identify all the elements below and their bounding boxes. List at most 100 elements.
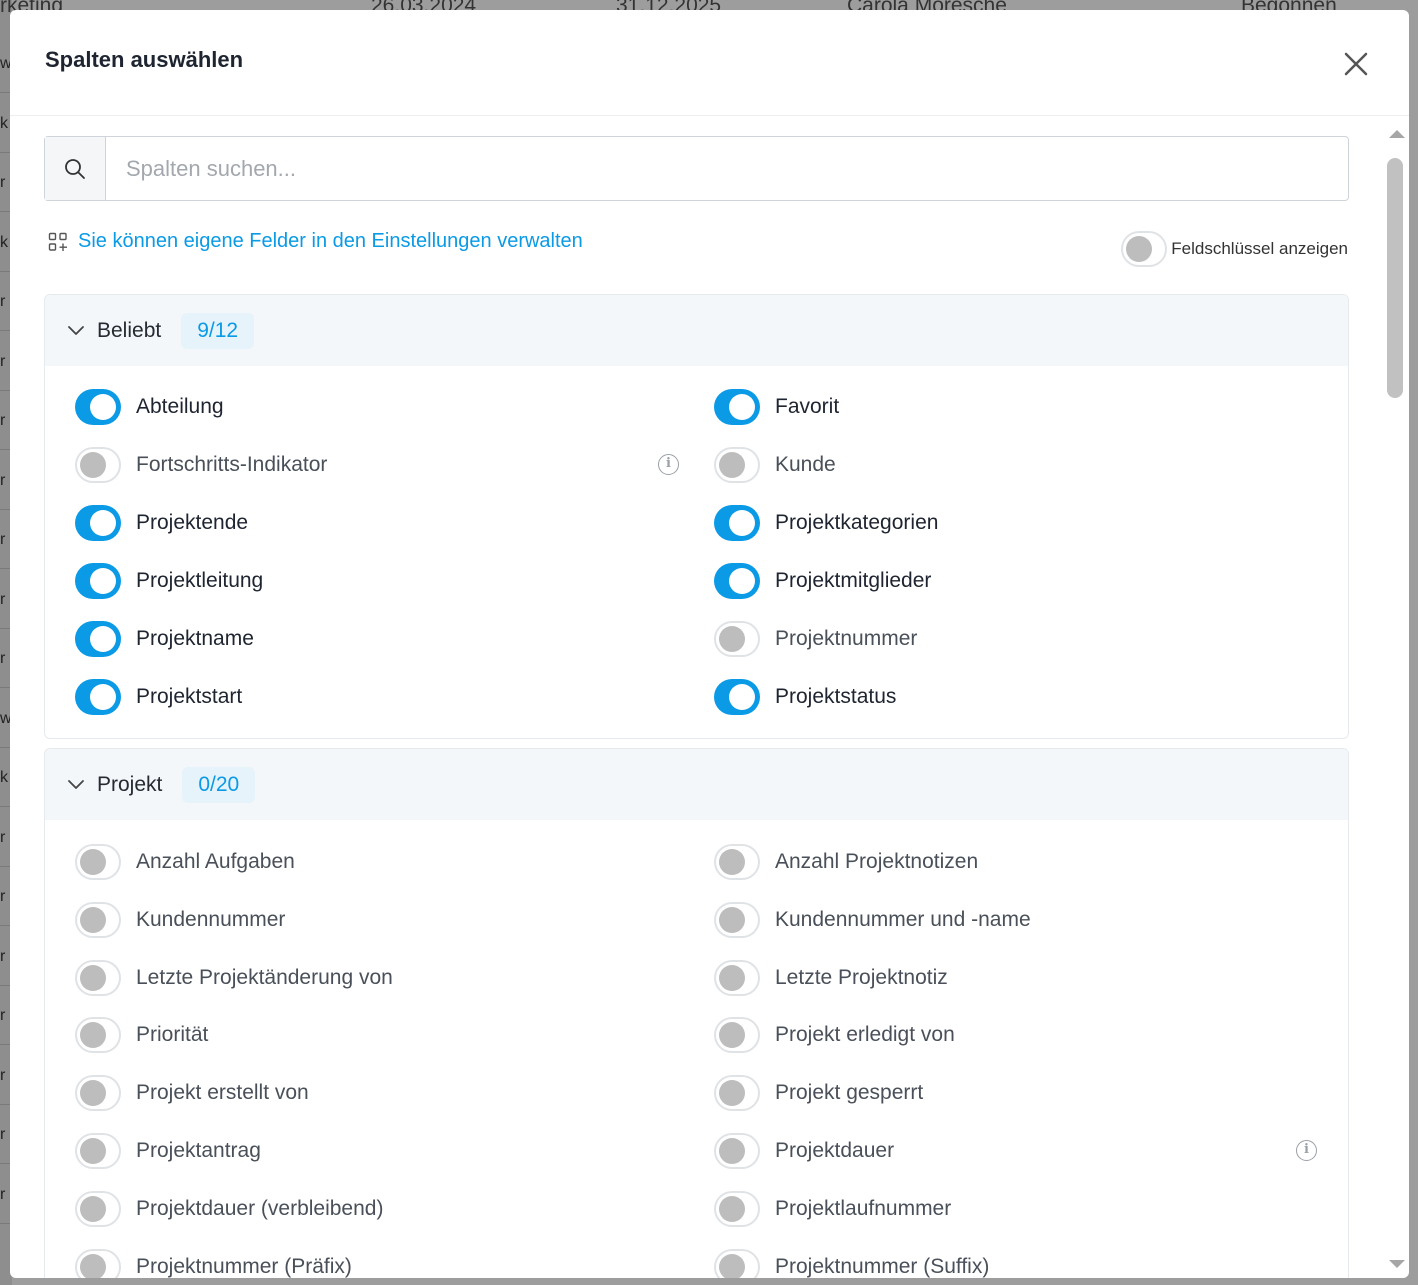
column-toggle[interactable] [714,901,760,938]
column-option-projekt-erledigt-von[interactable]: Projekt erledigt von [714,1015,955,1055]
column-toggle[interactable] [714,1190,760,1227]
column-toggle[interactable] [714,389,760,425]
column-option-projektnummer-präfix[interactable]: Projektnummer (Präfix) [75,1247,352,1278]
column-toggle[interactable] [75,959,121,996]
column-toggle[interactable] [714,844,760,880]
column-toggle[interactable] [75,447,121,483]
toggle-knob [719,1253,745,1278]
column-option-label: Projektstart [136,685,243,708]
toggle-knob [729,394,755,420]
column-option-projektstart[interactable]: Projektstart [75,677,242,717]
column-option-abteilung[interactable]: Abteilung [75,387,224,427]
column-option-kunde[interactable]: Kunde [714,445,836,485]
column-option-projektende[interactable]: Projektende [75,503,248,543]
column-option-projektnummer[interactable]: Projektnummer [714,619,917,659]
column-option-projekt-erstellt-von[interactable]: Projekt erstellt von [75,1073,309,1113]
column-option-projektstatus[interactable]: Projektstatus [714,677,896,717]
column-option-projektdauer[interactable]: Projektdauer [714,1131,894,1171]
column-toggle[interactable] [75,1190,121,1227]
column-option-projektmitglieder[interactable]: Projektmitglieder [714,561,931,601]
column-toggle[interactable] [75,621,121,657]
toggle-knob [80,906,106,933]
bg-row-divider [0,270,10,272]
toggle-knob [729,510,755,536]
column-option-anzahl-projektnotizen[interactable]: Anzahl Projektnotizen [714,842,978,882]
column-option-projektkategorien[interactable]: Projektkategorien [714,503,938,543]
column-option-label: Letzte Projektänderung von [136,965,393,989]
column-toggle[interactable] [75,389,121,425]
column-toggle[interactable] [714,1017,760,1054]
column-option-projektleitung[interactable]: Projektleitung [75,561,263,601]
toggle-knob [80,849,106,875]
toggle-knob [80,1138,106,1164]
bg-row-marker: r [0,650,6,667]
section-header-popular[interactable]: Beliebt 9/12 [45,295,1348,366]
column-option-projekt-gesperrt[interactable]: Projekt gesperrt [714,1073,923,1113]
dialog-scrollbar[interactable] [1383,124,1409,1278]
column-toggle[interactable] [714,679,760,715]
scroll-down-arrow-icon[interactable] [1389,1260,1405,1268]
column-option-fortschritts-indikator[interactable]: Fortschritts-Indikator [75,445,327,485]
column-toggle[interactable] [75,505,121,541]
column-option-favorit[interactable]: Favorit [714,387,839,427]
column-toggle[interactable] [75,1017,121,1054]
column-toggle[interactable] [75,844,121,880]
field-key-toggle-row: Feldschlüssel anzeigen [1121,231,1348,267]
column-toggle[interactable] [714,1075,760,1112]
chevron-down-icon [68,325,84,335]
column-toggle[interactable] [75,563,121,599]
column-toggle[interactable] [714,621,760,657]
column-option-label: Priorität [136,1023,209,1047]
column-option-letzte-projektänderung-von[interactable]: Letzte Projektänderung von [75,958,393,998]
info-icon[interactable]: i [658,454,679,475]
column-option-projektnummer-suffix[interactable]: Projektnummer (Suffix) [714,1247,989,1278]
scroll-up-arrow-icon[interactable] [1389,130,1405,138]
column-toggle[interactable] [714,1133,760,1169]
info-icon[interactable]: i [1296,1140,1317,1161]
bg-row-marker: r [0,293,6,310]
column-toggle[interactable] [714,447,760,483]
column-toggle[interactable] [714,1248,760,1278]
search-input[interactable] [106,137,1348,200]
column-option-letzte-projektnotiz[interactable]: Letzte Projektnotiz [714,958,948,998]
column-option-kundennummer-und-name[interactable]: Kundennummer und -name [714,900,1031,940]
column-option-projektlaufnummer[interactable]: Projektlaufnummer [714,1189,951,1229]
bg-row-marker: k [0,769,8,786]
column-toggle[interactable] [714,563,760,599]
column-option-kundennummer[interactable]: Kundennummer [75,900,285,940]
bg-row-divider [0,627,10,629]
column-option-projektantrag[interactable]: Projektantrag [75,1131,261,1171]
section-project: Projekt 0/20 Anzahl Aufgaben Anzahl Proje… [44,748,1349,1278]
toggle-knob [90,510,116,536]
field-key-toggle[interactable] [1121,231,1168,267]
toggle-knob [719,964,745,991]
column-option-projektname[interactable]: Projektname [75,619,254,659]
bg-row-divider [0,1222,10,1224]
manage-fields-link[interactable]: Sie können eigene Felder in den Einstell… [48,230,583,253]
column-toggle[interactable] [714,505,760,541]
section-popular: Beliebt 9/12 Abteilung Favorit Fortschritt… [44,294,1349,739]
toggle-knob [1126,236,1153,262]
close-button[interactable] [1338,46,1374,82]
bg-row-marker: r [0,1126,6,1143]
column-option-anzahl-aufgaben[interactable]: Anzahl Aufgaben [75,842,295,882]
column-toggle[interactable] [75,1133,121,1169]
dialog-header: Spalten auswählen [10,10,1409,116]
bg-row-marker: r [0,1066,6,1084]
column-toggle[interactable] [75,1248,121,1278]
column-toggle[interactable] [714,959,760,996]
bg-row-divider [0,211,10,212]
column-option-priorität[interactable]: Priorität [75,1015,208,1055]
column-option-projektdauer-verbleibend[interactable]: Projektdauer (verbleibend) [75,1189,383,1229]
column-option-label: Kundennummer [136,907,286,931]
bg-row-marker: r [0,1007,6,1024]
bg-row-marker: r [0,412,6,429]
select-columns-dialog: Spalten auswählen Spalten suchen... Sie … [10,10,1409,1278]
column-toggle[interactable] [75,679,121,715]
bg-row-divider [0,925,10,926]
column-toggle[interactable] [75,1075,121,1112]
scroll-thumb[interactable] [1387,158,1403,398]
section-header-project[interactable]: Projekt 0/20 [45,749,1348,820]
column-toggle[interactable] [75,901,121,938]
column-option-label: Projektstatus [775,685,897,708]
